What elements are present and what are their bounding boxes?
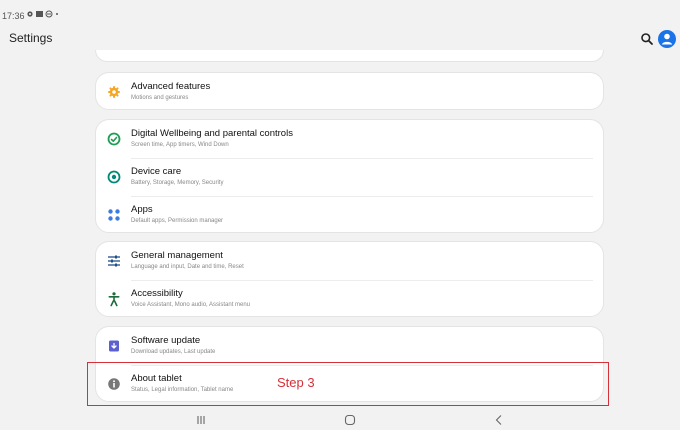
gear-icon [108, 86, 120, 98]
dnd-icon [45, 10, 53, 18]
settings-item-digital-wellbeing[interactable]: Digital Wellbeing and parental controls … [96, 120, 603, 158]
accessibility-icon [108, 292, 120, 307]
settings-item-apps[interactable]: Apps Default apps, Permission manager [96, 196, 603, 232]
search-icon[interactable] [640, 32, 654, 46]
home-icon[interactable] [342, 412, 358, 428]
device-care-icon [107, 170, 121, 184]
item-subtitle: Download updates, Last update [131, 349, 216, 355]
item-label: Digital Wellbeing and parental controls [131, 128, 293, 139]
settings-item-advanced-features[interactable]: Advanced features Motions and gestures [96, 73, 603, 109]
item-subtitle: Motions and gestures [131, 95, 189, 101]
item-subtitle: Default apps, Permission manager [131, 218, 224, 224]
item-label: Software update [131, 335, 201, 346]
status-icons [26, 10, 62, 20]
settings-item-general-management[interactable]: General management Language and input, D… [96, 242, 603, 280]
apps-icon [108, 209, 120, 221]
status-time: 17:36 [2, 11, 25, 21]
settings-item-software-update[interactable]: Software update Download updates, Last u… [96, 327, 603, 365]
settings-item-accessibility[interactable]: Accessibility Voice Assistant, Mono audi… [96, 280, 603, 316]
item-label: Apps [131, 204, 153, 215]
sliders-icon [108, 255, 120, 267]
item-subtitle: Battery, Storage, Memory, Security [131, 180, 224, 186]
group-general-accessibility: General management Language and input, D… [95, 241, 604, 317]
item-label: General management [131, 250, 223, 261]
item-label: Device care [131, 166, 182, 177]
account-icon[interactable] [658, 30, 676, 48]
step-highlight-box [87, 362, 609, 406]
step-label: Step 3 [277, 375, 315, 390]
wellbeing-icon [107, 132, 121, 146]
status-bar: 17:36 [0, 0, 680, 24]
recents-icon[interactable] [193, 412, 209, 428]
item-subtitle: Language and input, Date and time, Reset [131, 264, 244, 270]
gear-icon [27, 11, 33, 17]
back-icon[interactable] [491, 412, 507, 428]
item-label: Advanced features [131, 81, 211, 92]
navigation-bar [0, 408, 680, 430]
settings-item-device-care[interactable]: Device care Battery, Storage, Memory, Se… [96, 158, 603, 196]
item-label: Accessibility [131, 288, 183, 299]
group-advanced: Advanced features Motions and gestures [95, 72, 604, 110]
previous-group-card [95, 50, 604, 62]
dot-icon [56, 13, 58, 15]
group-wellbeing-device-apps: Digital Wellbeing and parental controls … [95, 119, 604, 233]
software-update-icon [109, 340, 119, 352]
image-icon [36, 11, 43, 17]
item-subtitle: Screen time, App timers, Wind Down [131, 142, 229, 148]
page-title: Settings [9, 31, 53, 45]
item-subtitle: Voice Assistant, Mono audio, Assistant m… [131, 302, 251, 308]
